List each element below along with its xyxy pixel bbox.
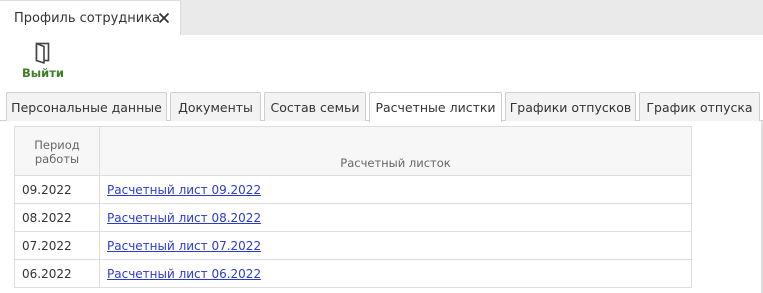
tab-vacation-schedules[interactable]: Графики отпусков bbox=[505, 92, 636, 121]
payslip-cell: Расчетный лист 09.2022 bbox=[100, 176, 691, 203]
tab-label: График отпуска bbox=[646, 99, 753, 115]
tab-label: Графики отпусков bbox=[509, 99, 632, 115]
table-header: Период работы Расчетный листок bbox=[15, 127, 691, 176]
door-exit-icon bbox=[35, 42, 50, 64]
table-row: 08.2022 Расчетный лист 08.2022 bbox=[15, 204, 691, 232]
document-tab-employee-profile[interactable]: Профиль сотрудника bbox=[0, 0, 181, 35]
payslip-cell: Расчетный лист 07.2022 bbox=[100, 232, 691, 259]
payslip-link[interactable]: Расчетный лист 08.2022 bbox=[107, 211, 261, 225]
tab-family-composition[interactable]: Состав семьи bbox=[264, 92, 366, 121]
tab-label: Состав семьи bbox=[270, 99, 360, 115]
payslip-link[interactable]: Расчетный лист 09.2022 bbox=[107, 183, 261, 197]
exit-button-label: Выйти bbox=[22, 66, 64, 80]
tab-vacation-schedule[interactable]: График отпуска bbox=[639, 92, 760, 121]
profile-tabs: Персональные данные Документы Состав сем… bbox=[0, 85, 763, 122]
exit-button[interactable]: Выйти bbox=[18, 38, 68, 82]
tab-label: Персональные данные bbox=[11, 99, 162, 115]
table-row: 09.2022 Расчетный лист 09.2022 bbox=[15, 176, 691, 204]
payslip-cell: Расчетный лист 08.2022 bbox=[100, 204, 691, 231]
tab-personal-data[interactable]: Персональные данные bbox=[6, 92, 167, 121]
period-cell: 06.2022 bbox=[15, 260, 100, 287]
toolbar: Выйти bbox=[0, 35, 763, 85]
period-cell: 09.2022 bbox=[15, 176, 100, 203]
payslips-table: Период работы Расчетный листок 09.2022 Р… bbox=[14, 126, 692, 288]
payslip-cell: Расчетный лист 06.2022 bbox=[100, 260, 691, 287]
column-header-payslip[interactable]: Расчетный листок bbox=[100, 127, 691, 175]
payslips-panel: Период работы Расчетный листок 09.2022 Р… bbox=[0, 121, 763, 293]
payslip-link[interactable]: Расчетный лист 06.2022 bbox=[107, 267, 261, 281]
tab-payslips[interactable]: Расчетные листки bbox=[369, 92, 502, 122]
period-cell: 08.2022 bbox=[15, 204, 100, 231]
document-tab-title: Профиль сотрудника bbox=[14, 10, 161, 26]
payslip-link[interactable]: Расчетный лист 07.2022 bbox=[107, 239, 261, 253]
table-row: 07.2022 Расчетный лист 07.2022 bbox=[15, 232, 691, 260]
period-cell: 07.2022 bbox=[15, 232, 100, 259]
column-header-period[interactable]: Период работы bbox=[15, 127, 100, 175]
document-tabs-strip: Профиль сотрудника bbox=[0, 0, 763, 35]
table-row: 06.2022 Расчетный лист 06.2022 bbox=[15, 260, 691, 288]
tab-label: Документы bbox=[178, 99, 253, 115]
tab-documents[interactable]: Документы bbox=[170, 92, 261, 121]
tab-label: Расчетные листки bbox=[375, 100, 496, 115]
close-icon[interactable] bbox=[158, 12, 170, 24]
